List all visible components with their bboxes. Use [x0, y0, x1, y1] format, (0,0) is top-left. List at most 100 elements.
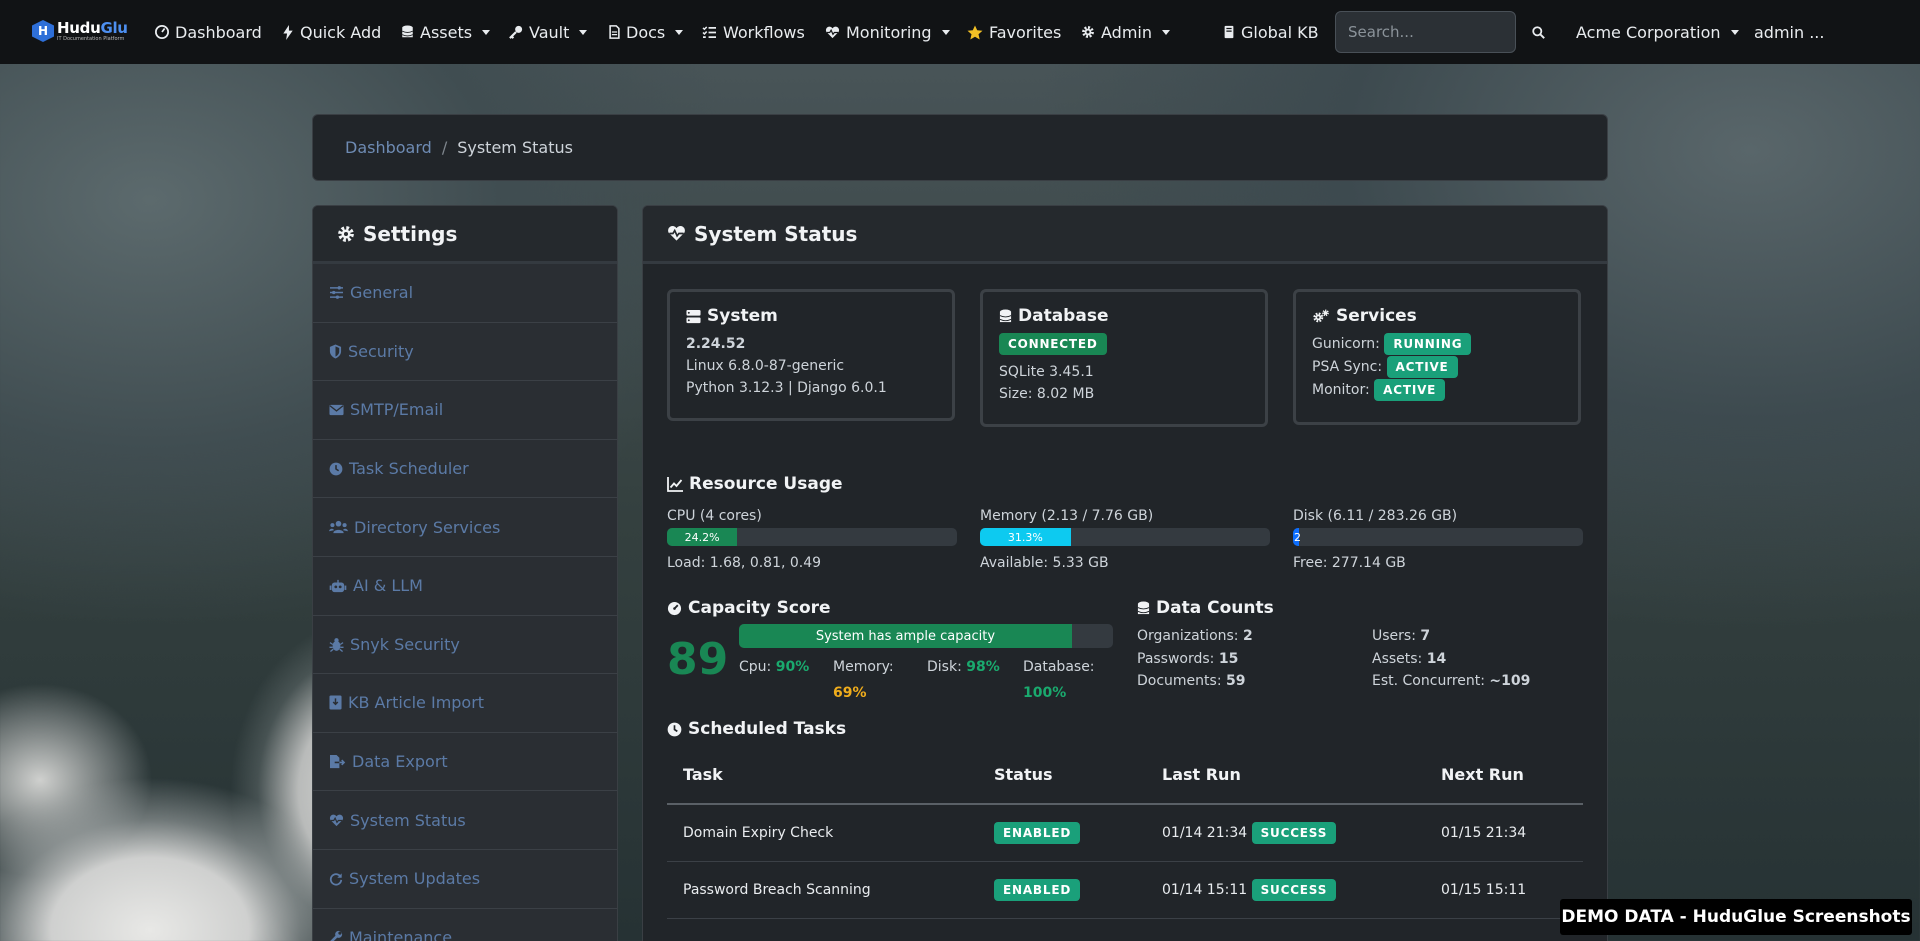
capacity-disk: Disk: 98%: [927, 659, 1000, 675]
disk-progress-fill: 2: [1293, 528, 1301, 546]
demo-data-banner: DEMO DATA - HuduGlue Screenshots: [1560, 899, 1912, 935]
database-size: Size: 8.02 MB: [999, 386, 1095, 402]
services-info-box: Services Gunicorn: RUNNING PSA Sync: ACT…: [1293, 289, 1581, 425]
nav-admin[interactable]: Admin: [1081, 0, 1170, 64]
nav-dashboard[interactable]: Dashboard: [155, 0, 262, 64]
system-runtime: Python 3.12.3 | Django 6.0.1: [686, 380, 887, 396]
book-import-icon: [329, 695, 342, 710]
resource-usage-title: Resource Usage: [667, 474, 843, 494]
nav-vault[interactable]: Vault: [509, 0, 588, 64]
brand-tagline: IT Documentation Platform: [57, 35, 125, 42]
file-export-icon: [330, 754, 346, 769]
breadcrumb-dashboard-link[interactable]: Dashboard: [345, 138, 432, 157]
nav-assets-label: Assets: [420, 22, 473, 42]
dashboard-icon: [155, 25, 169, 39]
breadcrumb-current: System Status: [457, 138, 573, 157]
sidebar-item-task-scheduler[interactable]: Task Scheduler: [313, 439, 617, 499]
sidebar-item-snyk-security[interactable]: Snyk Security: [313, 615, 617, 675]
cpu-progress-fill: 24.2%: [667, 528, 738, 546]
database-box-title: Database: [999, 306, 1249, 326]
memory-progress-fill: 31.3%: [980, 528, 1071, 546]
column-header-status: Status: [978, 746, 1146, 805]
nav-quick-add[interactable]: Quick Add: [282, 0, 381, 64]
clock-icon: [667, 722, 682, 736]
cpu-usage: CPU (4 cores) 24.2% Load: 1.68, 0.81, 0.…: [667, 506, 957, 572]
sidebar-item-system-status[interactable]: System Status: [313, 791, 617, 850]
sidebar-item-ai-llm[interactable]: AI & LLM: [313, 556, 617, 616]
status-badge: ENABLED: [994, 878, 1081, 901]
book-icon: [1224, 25, 1234, 39]
settings-header: Settings: [313, 206, 617, 264]
organization-switcher[interactable]: Acme Corporation: [1576, 0, 1739, 64]
scheduled-tasks-title: Scheduled Tasks: [667, 719, 846, 739]
settings-sidebar: Settings General Security SMTP/Email Tas…: [312, 205, 618, 941]
sidebar-item-data-export[interactable]: Data Export: [313, 732, 617, 792]
table-row: Password Breach Scanning ENABLED 01/14 1…: [667, 861, 1583, 919]
sidebar-item-smtp-email[interactable]: SMTP/Email: [313, 381, 617, 440]
sidebar-item-label: System Status: [350, 810, 466, 830]
chevron-down-icon: [941, 29, 950, 35]
refresh-icon: [329, 873, 343, 886]
brand-logo[interactable]: H HuduGlue IT Documentation Platform: [32, 20, 128, 42]
search-icon: [1531, 25, 1545, 39]
envelope-icon: [329, 404, 344, 416]
search-input[interactable]: [1335, 11, 1516, 53]
disk-label: Disk (6.11 / 283.26 GB): [1293, 508, 1458, 524]
sidebar-item-label: Directory Services: [354, 517, 501, 537]
sidebar-item-security[interactable]: Security: [313, 322, 617, 382]
status-badge: ACTIVE: [1374, 379, 1446, 401]
service-monitor: Monitor: ACTIVE: [1312, 379, 1562, 401]
key-icon: [509, 25, 523, 39]
system-status-card: System Status System 2.24.52 Linux 6.8.0…: [642, 205, 1608, 941]
cpu-load: Load: 1.68, 0.81, 0.49: [667, 555, 822, 571]
sidebar-item-label: General: [350, 283, 414, 303]
sliders-icon: [330, 286, 343, 300]
capacity-database-value: 100%: [1023, 685, 1067, 701]
sidebar-item-maintenance[interactable]: Maintenance: [313, 908, 617, 941]
wrench-icon: [330, 931, 343, 941]
count-passwords: Passwords: 15: [1137, 651, 1239, 667]
nav-monitoring[interactable]: Monitoring: [825, 0, 950, 64]
organization-name: Acme Corporation: [1576, 22, 1721, 42]
nav-docs[interactable]: Docs: [609, 0, 684, 64]
sidebar-item-general[interactable]: General: [313, 264, 617, 323]
nav-workflows[interactable]: Workflows: [702, 0, 805, 64]
sidebar-item-label: Security: [348, 341, 414, 361]
column-header-next-run: Next Run: [1425, 746, 1583, 805]
system-box-title: System: [686, 306, 936, 326]
column-header-task: Task: [667, 746, 978, 805]
capacity-database: Database:: [1023, 659, 1095, 675]
search-button[interactable]: [1528, 22, 1548, 42]
database-icon: [999, 309, 1012, 322]
server-icon: [686, 309, 701, 323]
gear-icon: [338, 225, 354, 242]
system-os: Linux 6.8.0-87-generic: [686, 358, 845, 374]
count-assets: Assets: 14: [1372, 651, 1447, 667]
capacity-score-title: Capacity Score: [667, 598, 831, 618]
data-counts-title: Data Counts: [1137, 598, 1274, 618]
database-info-box: Database CONNECTED SQLite 3.45.1 Size: 8…: [980, 289, 1268, 427]
database-icon: [1137, 601, 1150, 614]
sidebar-item-kb-article-import[interactable]: KB Article Import: [313, 674, 617, 733]
sidebar-item-directory-services[interactable]: Directory Services: [313, 498, 617, 557]
system-version: 2.24.52: [686, 336, 746, 352]
status-badge: RUNNING: [1384, 333, 1472, 355]
document-icon: [609, 25, 620, 39]
nav-favorites[interactable]: Favorites: [967, 0, 1061, 64]
database-status-badge: CONNECTED: [999, 333, 1107, 355]
cpu-progress-bar: 24.2%: [667, 528, 957, 546]
result-badge: SUCCESS: [1251, 878, 1337, 901]
sidebar-item-label: SMTP/Email: [350, 400, 444, 420]
capacity-progress-bar: System has ample capacity: [739, 624, 1113, 648]
system-status-header: System Status: [643, 206, 1607, 264]
users-icon: [329, 521, 348, 534]
sidebar-item-system-updates[interactable]: System Updates: [313, 849, 617, 909]
user-menu[interactable]: admin ...: [1754, 0, 1824, 64]
database-icon: [402, 25, 413, 38]
nav-docs-label: Docs: [626, 22, 666, 42]
capacity-progress-fill: System has ample capacity: [739, 624, 1072, 648]
clock-icon: [329, 462, 343, 475]
nav-global-kb[interactable]: Global KB: [1223, 0, 1319, 64]
nav-assets[interactable]: Assets: [401, 0, 491, 64]
capacity-memory: Memory:: [833, 659, 894, 675]
